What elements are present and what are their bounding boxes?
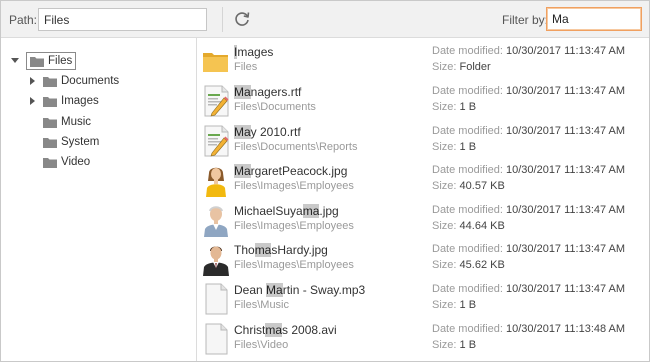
file-row[interactable]: MichaelSuyama.jpg Files\Images\Employees…: [198, 200, 649, 240]
file-name: Images: [234, 45, 274, 59]
folder-icon: [30, 56, 44, 67]
tree-item-images[interactable]: Images: [28, 92, 99, 110]
folder-icon: [43, 76, 57, 87]
file-name: May 2010.rtf: [234, 125, 301, 139]
tree-item-documents[interactable]: Documents: [28, 72, 119, 90]
date-modified: Date modified: 10/30/2017 11:13:48 AM: [432, 323, 626, 335]
match-highlight: Ma: [234, 164, 251, 178]
filter-label: Filter by:: [502, 13, 549, 27]
file-name: Managers.rtf: [234, 85, 302, 99]
file-row[interactable]: ThomasHardy.jpg Files\Images\Employees D…: [198, 239, 649, 279]
photo-thumbnail-icon: [202, 163, 230, 197]
file-list: Images Files Date modified: 10/30/2017 1…: [198, 38, 649, 361]
tree-item-label: Video: [61, 156, 91, 168]
filter-input[interactable]: [546, 7, 642, 31]
path-label: Path:: [9, 13, 38, 27]
file-path: Files\Images\Employees: [234, 180, 354, 192]
rtf-document-icon: [202, 84, 230, 118]
blank-file-icon: [202, 322, 230, 356]
file-path: Files\Images\Employees: [234, 259, 354, 271]
refresh-button[interactable]: [231, 8, 253, 30]
match-highlight: ma: [265, 323, 283, 337]
photo-thumbnail-icon: [202, 242, 230, 276]
file-size: Size: 45.62 KB: [432, 259, 505, 271]
date-modified: Date modified: 10/30/2017 11:13:47 AM: [432, 204, 626, 216]
collapse-arrow-icon[interactable]: [10, 56, 20, 66]
tree-node-root[interactable]: Files: [10, 52, 77, 70]
file-name: Dean Martin - Sway.mp3: [234, 283, 366, 297]
file-name: ThomasHardy.jpg: [234, 243, 328, 257]
file-size: Size: 1 B: [432, 339, 477, 351]
date-modified: Date modified: 10/30/2017 11:13:47 AM: [432, 164, 626, 176]
file-size: Size: 40.57 KB: [432, 180, 505, 192]
file-manager-window: Path: Filter by: Files: [0, 0, 650, 362]
match-highlight: ma: [302, 204, 320, 218]
file-path: Files: [234, 61, 258, 73]
date-modified: Date modified: 10/30/2017 11:13:47 AM: [432, 85, 626, 97]
file-path: Files\Video: [234, 339, 289, 351]
file-path: Files\Documents: [234, 101, 316, 113]
expand-arrow-icon[interactable]: [28, 76, 38, 86]
folder-icon: [43, 157, 57, 168]
file-path: Files\Documents\Reports: [234, 141, 358, 153]
file-row[interactable]: MargaretPeacock.jpg Files\Images\Employe…: [198, 160, 649, 200]
tree-root-selected[interactable]: Files: [26, 52, 77, 70]
tree-item-system[interactable]: System: [43, 133, 99, 151]
file-path: Files\Music: [234, 299, 290, 311]
file-size: Size: 1 B: [432, 141, 477, 153]
match-highlight: Ma: [234, 85, 251, 99]
file-size: Size: 44.64 KB: [432, 220, 505, 232]
match-highlight: ma: [254, 243, 272, 257]
file-row[interactable]: Managers.rtf Files\Documents Date modifi…: [198, 81, 649, 121]
date-modified: Date modified: 10/30/2017 11:13:47 AM: [432, 283, 626, 295]
file-row[interactable]: Images Files Date modified: 10/30/2017 1…: [198, 41, 649, 81]
date-modified: Date modified: 10/30/2017 11:13:47 AM: [432, 45, 626, 57]
date-modified: Date modified: 10/30/2017 11:13:47 AM: [432, 125, 626, 137]
expand-arrow-icon[interactable]: [28, 96, 38, 106]
file-name: Christmas 2008.avi: [234, 323, 337, 337]
path-input[interactable]: [38, 8, 207, 31]
tree-item-music[interactable]: Music: [43, 113, 91, 131]
file-name: MargaretPeacock.jpg: [234, 164, 348, 178]
file-name: MichaelSuyama.jpg: [234, 204, 339, 218]
match-highlight: Ma: [234, 125, 251, 139]
date-modified: Date modified: 10/30/2017 11:13:47 AM: [432, 243, 626, 255]
photo-thumbnail-icon: [202, 203, 230, 237]
toolbar-separator: [222, 7, 223, 32]
file-row[interactable]: May 2010.rtf Files\Documents\Reports Dat…: [198, 121, 649, 161]
rtf-document-icon: [202, 124, 230, 158]
refresh-icon: [235, 12, 250, 26]
file-size: Size: 1 B: [432, 299, 477, 311]
tree-item-label: Documents: [61, 75, 120, 87]
folder-icon: [43, 137, 57, 148]
file-size: Size: 1 B: [432, 101, 477, 113]
folder-icon: [202, 44, 230, 78]
folder-icon: [43, 96, 57, 107]
toolbar: Path: Filter by:: [1, 1, 649, 38]
tree-item-video[interactable]: Video: [43, 153, 90, 171]
file-row[interactable]: Christmas 2008.avi Files\Video Date modi…: [198, 319, 649, 359]
folder-icon: [43, 117, 57, 128]
tree-item-label: System: [61, 136, 100, 148]
file-size: Size: Folder: [432, 61, 491, 73]
tree-item-label: Music: [61, 116, 92, 128]
file-path: Files\Images\Employees: [234, 220, 354, 232]
tree-root-label: Files: [48, 55, 73, 67]
match-highlight: Ma: [266, 283, 283, 297]
file-row[interactable]: Dean Martin - Sway.mp3 Files\Music Date …: [198, 279, 649, 319]
tree-item-label: Images: [61, 95, 99, 107]
blank-file-icon: [202, 282, 230, 316]
folder-tree: Files Documents Images Music System Vide…: [1, 38, 197, 361]
